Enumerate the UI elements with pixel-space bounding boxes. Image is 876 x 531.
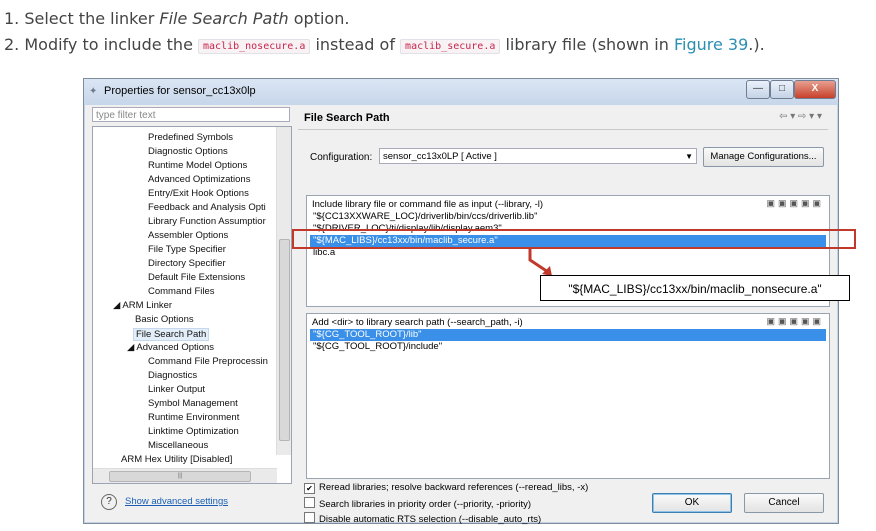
step2-mid: instead of: [310, 35, 401, 54]
left-pane: type filter text Predefined Symbols Diag…: [92, 107, 292, 484]
close-button[interactable]: X: [794, 80, 836, 99]
tree-horizontal-scrollbar[interactable]: |||: [93, 468, 277, 483]
help-icon[interactable]: ?: [101, 494, 117, 510]
manage-configurations-button[interactable]: Manage Configurations...: [703, 147, 824, 167]
include-library-header: Include library file or command file as …: [312, 199, 544, 210]
scroll-thumb[interactable]: [279, 239, 290, 441]
tree-item[interactable]: Linktime Optimization: [148, 426, 239, 437]
nav-arrows-icon[interactable]: ⇦ ▾ ⇨ ▾ ▾: [779, 111, 822, 122]
tree-item[interactable]: Library Function Assumptior: [148, 216, 266, 227]
figure-link[interactable]: Figure 39: [674, 35, 748, 54]
step2-end: .).: [748, 35, 765, 54]
tree-item[interactable]: Miscellaneous: [148, 440, 208, 451]
instruction-step-1: 1. Select the linker File Search Path op…: [4, 9, 349, 28]
ok-button[interactable]: OK: [652, 493, 732, 513]
cancel-button[interactable]: Cancel: [744, 493, 824, 513]
tree-item[interactable]: File Type Specifier: [148, 244, 226, 255]
instruction-step-2: 2. Modify to include the maclib_nosecure…: [4, 35, 765, 54]
configuration-label: Configuration:: [310, 152, 373, 163]
scroll-thumb[interactable]: |||: [109, 471, 251, 482]
list-item-selected[interactable]: "${CG_TOOL_ROOT}/lib": [310, 329, 826, 341]
property-tree: Predefined Symbols Diagnostic Options Ru…: [92, 126, 292, 484]
tree-item[interactable]: ARM Hex Utility [Disabled]: [121, 454, 232, 465]
dialog-footer: ? Show advanced settings OK Cancel: [84, 483, 836, 523]
tree-item[interactable]: Runtime Environment: [148, 412, 239, 423]
list-tools-icon[interactable]: ▣▣▣▣▣: [766, 316, 824, 327]
tree-item-arm-linker[interactable]: ◢ ARM Linker: [113, 300, 172, 311]
tree-item[interactable]: Advanced Optimizations: [148, 174, 250, 185]
show-advanced-settings-link[interactable]: Show advanced settings: [125, 496, 228, 507]
list-item[interactable]: "${CG_TOOL_ROOT}/include": [310, 341, 826, 353]
maximize-button[interactable]: □: [770, 80, 794, 99]
tree-item[interactable]: Feedback and Analysis Opti: [148, 202, 266, 213]
tree-item[interactable]: Entry/Exit Hook Options: [148, 188, 249, 199]
tree-item[interactable]: Directory Specifier: [148, 258, 226, 269]
configuration-select[interactable]: sensor_cc13x0LP [ Active ] ▼: [379, 148, 697, 164]
tree-item[interactable]: Default File Extensions: [148, 272, 245, 283]
list-item[interactable]: "${CC13XXWARE_LOC}/driverlib/bin/ccs/dri…: [310, 211, 826, 223]
tree-item[interactable]: Basic Options: [135, 314, 194, 325]
tree-item[interactable]: Symbol Management: [148, 398, 238, 409]
configuration-value: sensor_cc13x0LP [ Active ]: [383, 151, 497, 162]
title-bar: ✦ Properties for sensor_cc13x0lp — □ X: [84, 79, 838, 105]
app-icon: ✦: [89, 86, 98, 97]
tree-item[interactable]: Command File Preprocessin: [148, 356, 268, 367]
callout-replacement-path: "${MAC_LIBS}/cc13xx/bin/maclib_nonsecure…: [540, 275, 850, 301]
step1-suffix: option.: [288, 9, 350, 28]
highlight-box: [292, 229, 856, 249]
chevron-down-icon: ▼: [685, 152, 693, 161]
tree-item[interactable]: Diagnostic Options: [148, 146, 228, 157]
tree-item[interactable]: Linker Output: [148, 384, 205, 395]
tree-item[interactable]: Command Files: [148, 286, 215, 297]
tree-item[interactable]: Runtime Model Options: [148, 160, 247, 171]
tree-item[interactable]: Diagnostics: [148, 370, 197, 381]
step1-text: 1. Select the linker: [4, 9, 160, 28]
step1-option: File Search Path: [159, 9, 289, 28]
code-nosecure: maclib_nosecure.a: [198, 39, 311, 54]
list-tools-icon[interactable]: ▣▣▣▣▣: [766, 198, 824, 209]
search-path-header: Add <dir> to library search path (--sear…: [312, 317, 523, 328]
panel-title: File Search Path: [304, 112, 390, 124]
code-secure: maclib_secure.a: [400, 39, 501, 54]
tree-item-advanced-options[interactable]: ◢ Advanced Options: [127, 342, 214, 353]
tree-vertical-scrollbar[interactable]: [276, 127, 291, 455]
filter-input[interactable]: type filter text: [92, 107, 290, 122]
tree-item[interactable]: Assembler Options: [148, 230, 228, 241]
dialog-title: Properties for sensor_cc13x0lp: [104, 85, 256, 97]
minimize-button[interactable]: —: [746, 80, 770, 99]
divider: [298, 129, 828, 130]
tree-item[interactable]: Predefined Symbols: [148, 132, 233, 143]
step2-suffix: library file (shown in: [500, 35, 674, 54]
search-path-list: Add <dir> to library search path (--sear…: [306, 313, 830, 479]
step2-text: 2. Modify to include the: [4, 35, 198, 54]
tree-item-file-search-path[interactable]: File Search Path: [133, 328, 210, 341]
